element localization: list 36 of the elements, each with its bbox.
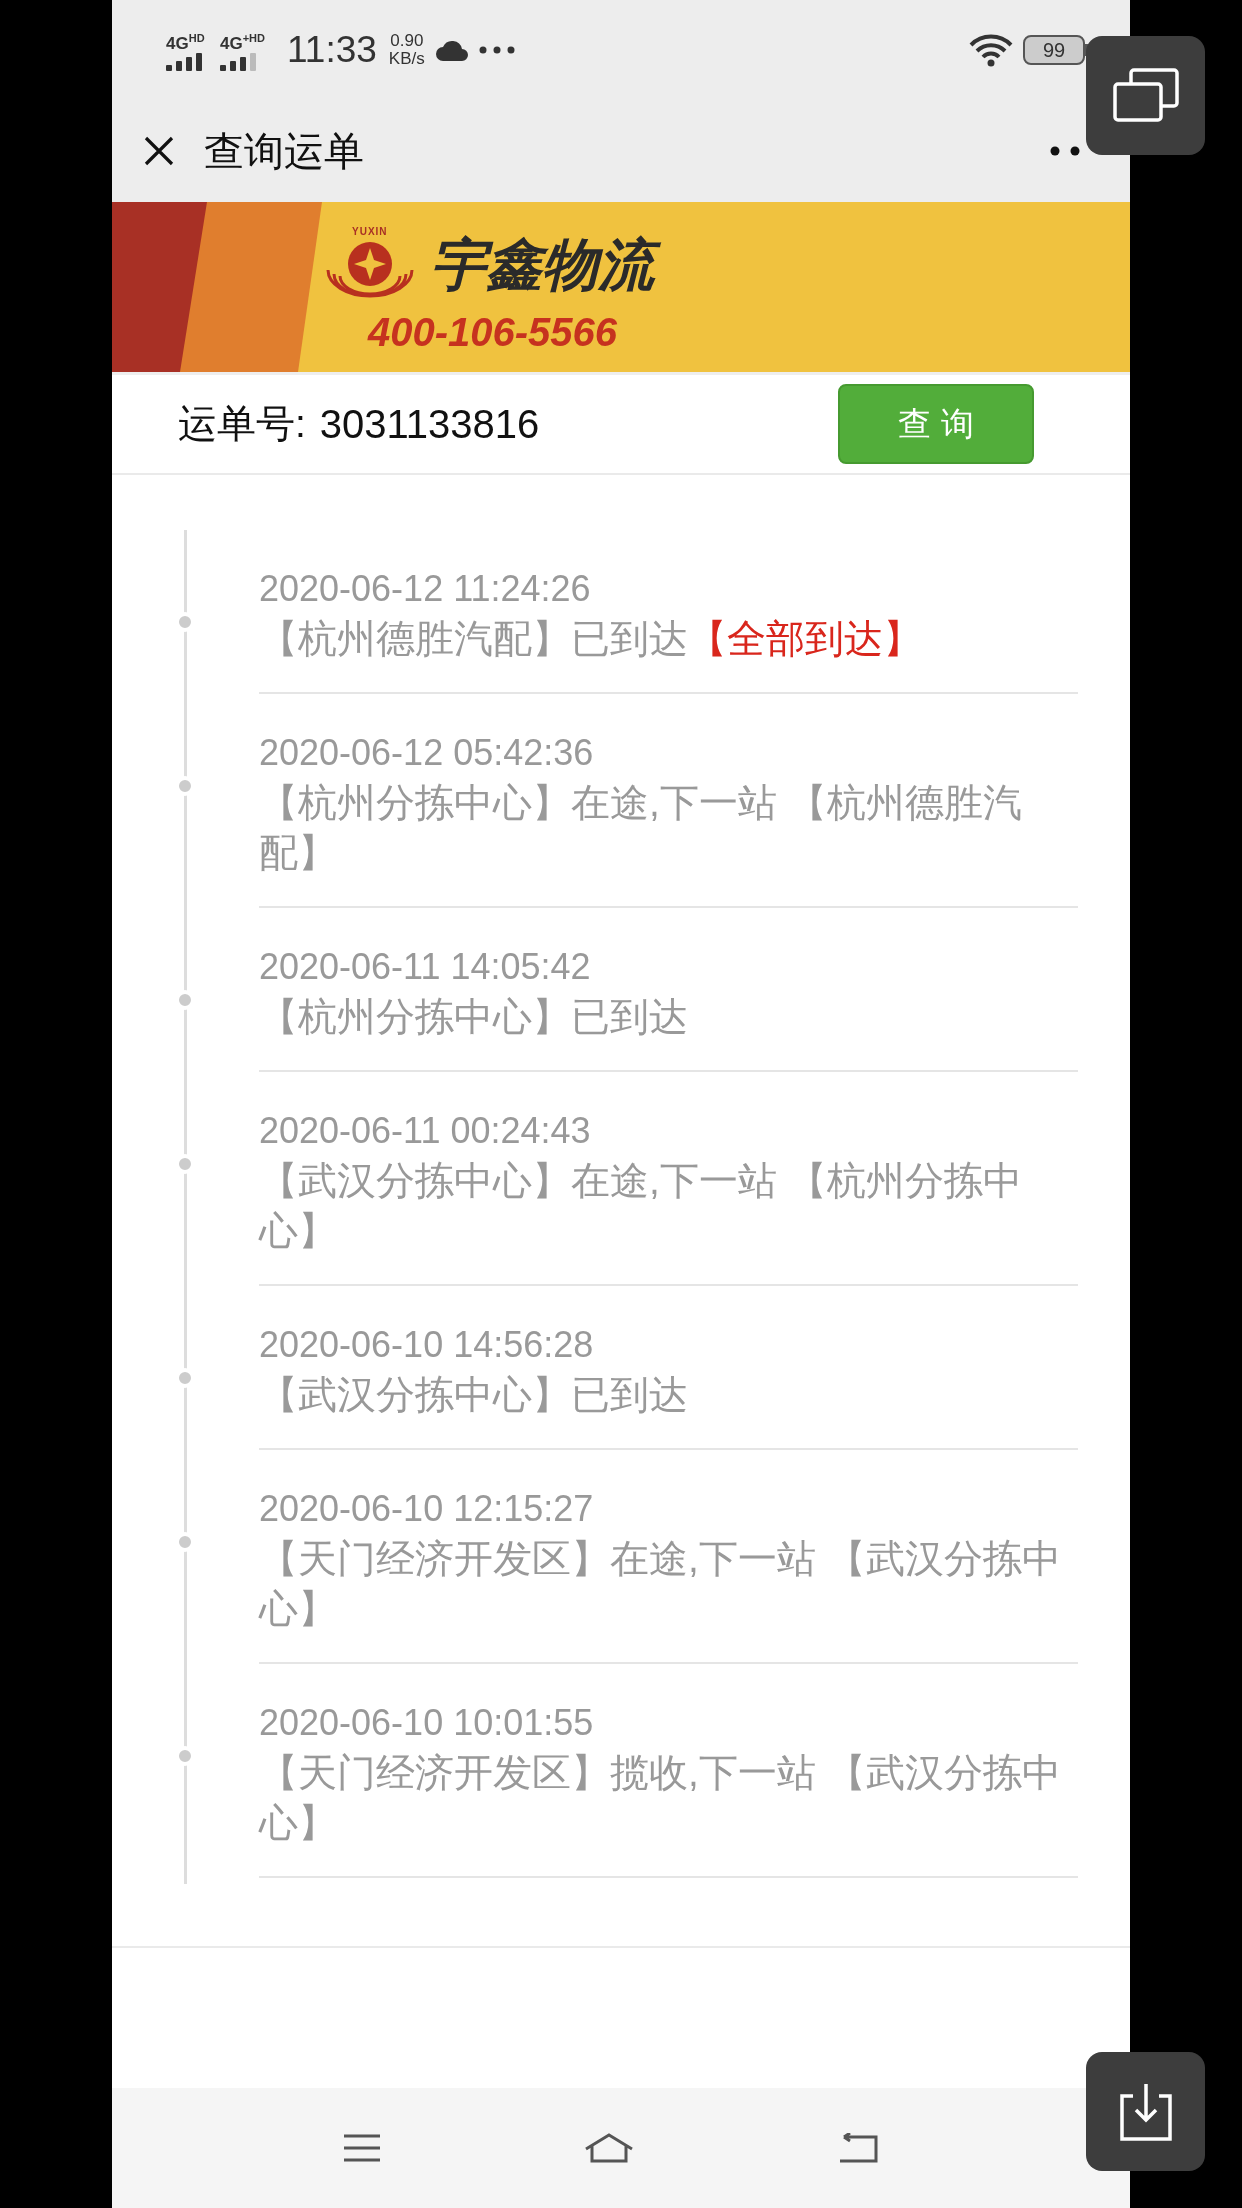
event-time: 2020-06-12 05:42:36 — [259, 731, 595, 775]
waybill-label: 运单号: — [178, 401, 306, 447]
logo-caption: YUXIN — [352, 226, 388, 237]
menu-icon[interactable] — [344, 2134, 380, 2162]
search-button[interactable]: 查 询 — [838, 384, 1034, 464]
more-icon[interactable] — [1050, 146, 1080, 156]
windows-icon[interactable] — [1112, 67, 1179, 124]
event-time: 2020-06-12 11:24:26 — [259, 567, 592, 611]
clock: 11:33 — [287, 29, 377, 71]
brand-name: 宇鑫物流 — [426, 230, 664, 300]
event-description: 【杭州分拣中心】在途,下一站 【杭州德胜汽配】 — [259, 780, 1023, 876]
event-description: 【武汉分拣中心】在途,下一站 【杭州分拣中心】 — [259, 1158, 1023, 1254]
event-time: 2020-06-10 10:01:55 — [259, 1701, 595, 1745]
wifi-icon — [969, 33, 1013, 67]
event-description: 【杭州德胜汽配】已到达【全部到达】 — [259, 616, 923, 662]
more-icon — [478, 46, 515, 54]
speed-unit: KB/s — [388, 50, 425, 68]
network-speed: 0.90 — [390, 32, 424, 50]
event-description: 【天门经济开发区】在途,下一站 【武汉分拣中心】 — [259, 1536, 1062, 1632]
event-time: 2020-06-10 12:15:27 — [259, 1487, 595, 1531]
event-description: 【杭州分拣中心】已到达 — [259, 994, 689, 1040]
close-icon[interactable] — [144, 136, 174, 166]
home-icon[interactable] — [584, 2133, 634, 2163]
event-time: 2020-06-11 14:05:42 — [259, 945, 592, 989]
event-description: 【天门经济开发区】揽收,下一站 【武汉分拣中心】 — [259, 1750, 1062, 1846]
event-description: 【武汉分拣中心】已到达 — [259, 1372, 689, 1418]
waybill-number: 3031133816 — [319, 401, 541, 447]
download-icon[interactable] — [1118, 2081, 1173, 2142]
hotline-number: 400-106-5566 — [368, 310, 619, 354]
event-time: 2020-06-10 14:56:28 — [259, 1323, 595, 1367]
page-title: 查询运单 — [204, 127, 365, 175]
event-time: 2020-06-11 00:24:43 — [259, 1109, 592, 1153]
back-icon[interactable] — [838, 2133, 878, 2163]
network-label: 4G$^{+HD}$ — [220, 31, 265, 53]
network-label: 4G$^{HD}$ — [166, 31, 205, 53]
battery-level: 99 — [1023, 35, 1085, 65]
